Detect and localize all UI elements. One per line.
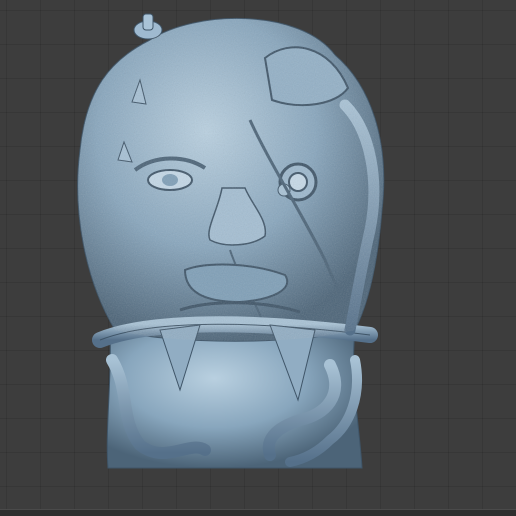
sculpted-head-model-icon[interactable] (0, 0, 516, 516)
viewport-bottom-edge (0, 509, 516, 516)
3d-viewport[interactable] (0, 0, 516, 516)
